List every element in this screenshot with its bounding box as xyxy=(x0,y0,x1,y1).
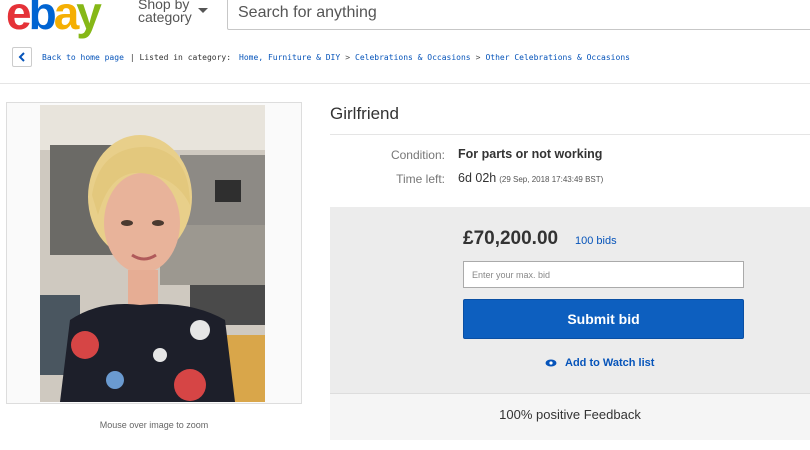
shop-by-category-button[interactable]: Shop by category xyxy=(138,0,208,25)
back-to-home-link[interactable]: Back to home page xyxy=(42,53,124,62)
breadcrumb-separator: > xyxy=(345,52,351,62)
watch-label: Add to Watch list xyxy=(565,357,655,369)
max-bid-field[interactable] xyxy=(463,261,744,288)
breadcrumb: Back to home page | Listed in category: … xyxy=(12,47,630,67)
item-photo-image xyxy=(40,105,265,402)
logo-letter: b xyxy=(28,0,57,39)
logo-letter: a xyxy=(53,0,80,39)
breadcrumb-category-2[interactable]: Celebrations & Occasions xyxy=(355,53,471,62)
add-to-watch-list-link[interactable]: Add to Watch list xyxy=(545,357,654,369)
header-divider xyxy=(0,83,810,84)
breadcrumb-separator: > xyxy=(475,52,481,62)
condition-label: Condition: xyxy=(390,148,445,162)
breadcrumb-category-1[interactable]: Home, Furniture & DIY xyxy=(239,53,340,62)
end-date: (29 Sep, 2018 17:43:49 BST) xyxy=(499,175,604,184)
item-title: Girlfriend xyxy=(330,104,399,123)
time-left-duration: 6d 02h xyxy=(458,171,497,185)
max-bid-input[interactable] xyxy=(464,262,743,287)
category-label: category xyxy=(138,9,192,25)
current-price: £70,200.00 xyxy=(463,228,559,249)
time-left-value: 6d 02h (29 Sep, 2018 17:43:49 BST) xyxy=(458,171,603,185)
bids-count-link[interactable]: 100 bids xyxy=(575,235,617,247)
chevron-down-icon xyxy=(198,8,208,13)
breadcrumb-category-3[interactable]: Other Celebrations & Occasions xyxy=(485,53,630,62)
seller-feedback: 100% positive Feedback xyxy=(499,407,641,422)
listed-in-label: | Listed in category: xyxy=(129,52,232,62)
eye-icon xyxy=(545,359,557,367)
time-left-label: Time left: xyxy=(396,172,445,186)
page: ebay Shop by category Back to home page … xyxy=(0,0,810,450)
condition-value: For parts or not working xyxy=(458,147,603,161)
chevron-left-icon xyxy=(18,52,25,62)
title-divider xyxy=(330,134,810,135)
header: ebay Shop by category xyxy=(0,0,810,39)
search-box[interactable] xyxy=(227,0,810,30)
submit-bid-button[interactable]: Submit bid xyxy=(463,299,744,339)
zoom-caption: Mouse over image to zoom xyxy=(99,420,209,430)
logo-letter: y xyxy=(76,0,102,39)
search-input[interactable] xyxy=(228,0,810,29)
logo-letter: e xyxy=(6,0,32,39)
back-button[interactable] xyxy=(12,47,32,67)
item-photo[interactable] xyxy=(40,105,265,402)
ebay-logo[interactable]: ebay xyxy=(6,0,102,39)
